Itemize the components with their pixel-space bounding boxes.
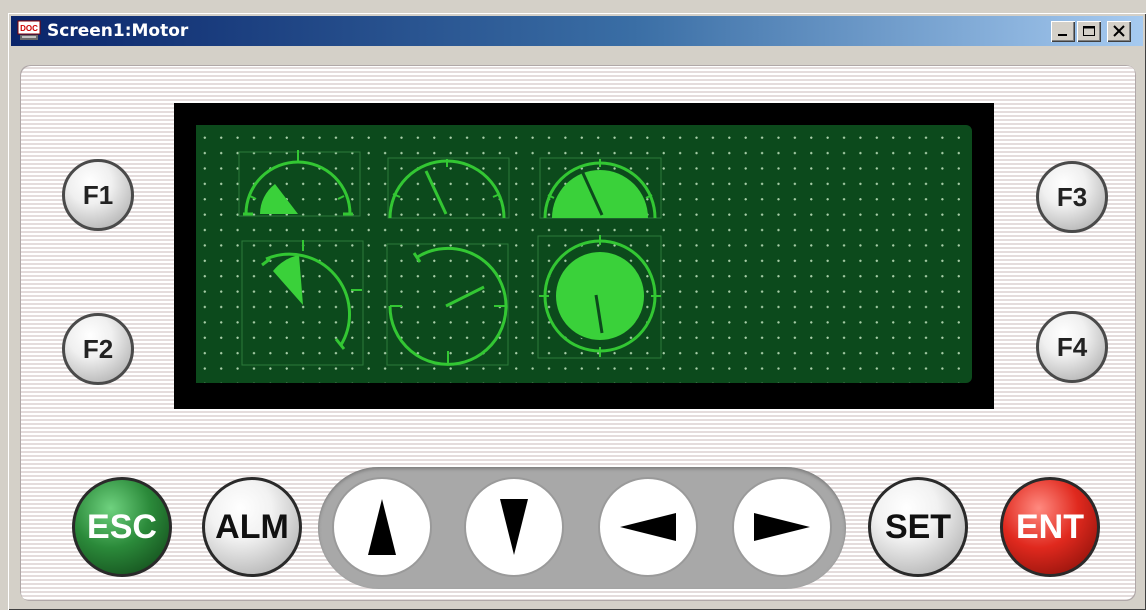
- gauge-1: [238, 150, 361, 217]
- minimize-button[interactable]: [1051, 21, 1075, 42]
- gauge-4: [241, 240, 364, 366]
- title-bar[interactable]: DOC Screen1:Motor: [11, 16, 1143, 46]
- f3-button[interactable]: F3: [1036, 161, 1108, 233]
- close-icon: [1113, 25, 1125, 37]
- f4-button[interactable]: F4: [1036, 311, 1108, 383]
- up-arrow-icon: [368, 499, 396, 555]
- application-window: DOC Screen1:Motor F1 F2 F3 F4 ESC ALM SE…: [8, 13, 1146, 610]
- gauge-display: [238, 150, 662, 366]
- gauge-2: [387, 157, 510, 219]
- maximize-icon: [1083, 26, 1095, 36]
- gauge-6: [537, 235, 662, 359]
- lcd-bezel: [174, 103, 994, 409]
- esc-button[interactable]: ESC: [72, 477, 172, 577]
- doc-icon: DOC: [17, 20, 41, 40]
- set-button[interactable]: SET: [868, 477, 968, 577]
- right-arrow-icon: [754, 513, 810, 541]
- arrow-key-bar: [318, 467, 846, 589]
- gauge-3: [539, 157, 662, 219]
- left-arrow-button[interactable]: [598, 477, 698, 577]
- down-arrow-button[interactable]: [464, 477, 564, 577]
- f2-button[interactable]: F2: [62, 313, 134, 385]
- lcd-screen: [196, 125, 972, 383]
- minimize-icon: [1058, 34, 1067, 36]
- down-arrow-icon: [500, 499, 528, 555]
- maximize-button[interactable]: [1077, 21, 1101, 42]
- right-arrow-button[interactable]: [732, 477, 832, 577]
- gauge-5: [386, 243, 509, 366]
- close-button[interactable]: [1107, 21, 1131, 42]
- left-arrow-icon: [620, 513, 676, 541]
- hmi-panel: F1 F2 F3 F4 ESC ALM SET ENT: [20, 65, 1136, 601]
- ent-button[interactable]: ENT: [1000, 477, 1100, 577]
- up-arrow-button[interactable]: [332, 477, 432, 577]
- svg-text:DOC: DOC: [20, 24, 38, 33]
- f1-button[interactable]: F1: [62, 159, 134, 231]
- window-title: Screen1:Motor: [47, 21, 189, 41]
- alm-button[interactable]: ALM: [202, 477, 302, 577]
